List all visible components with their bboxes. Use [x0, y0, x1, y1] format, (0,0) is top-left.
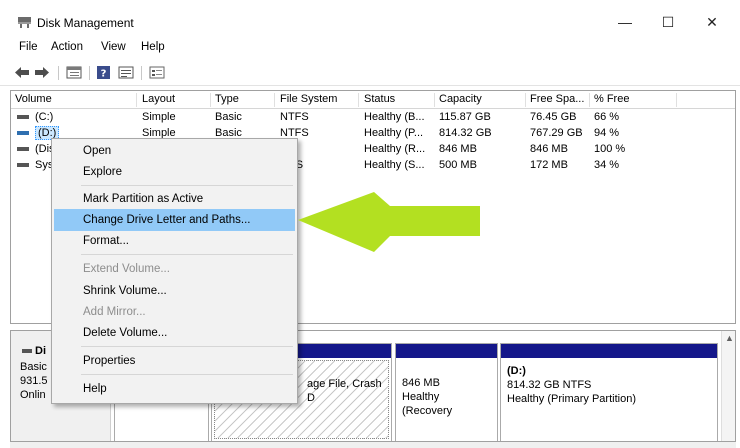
partition-bar [501, 344, 717, 358]
menu-item-open[interactable]: Open [54, 140, 295, 162]
annotation-arrow-icon [298, 192, 480, 252]
toolbar-divider [89, 66, 90, 80]
close-button[interactable]: ✕ [702, 12, 722, 32]
menu-action[interactable]: Action [51, 41, 83, 53]
volume-status: Healthy (B... [364, 111, 425, 123]
volume-status: Healthy (S... [364, 159, 425, 171]
menu-item-explore[interactable]: Explore [54, 161, 295, 183]
partition-block[interactable]: 846 MB Healthy (Recovery [395, 343, 498, 441]
partition-size: 846 MB [402, 377, 440, 389]
help-icon[interactable]: ? [96, 65, 111, 80]
column-percent-free[interactable]: % Free [590, 93, 677, 107]
svg-text:?: ? [101, 69, 107, 80]
menu-item-delete-volume[interactable]: Delete Volume... [54, 322, 295, 344]
partition-block[interactable]: (D:) 814.32 GB NTFS Healthy (Primary Par… [500, 343, 718, 441]
column-volume[interactable]: Volume [11, 93, 137, 107]
window-title: Disk Management [37, 16, 134, 30]
column-header-row: Volume Layout Type File System Status Ca… [11, 91, 735, 109]
partition-status: Healthy (Primary Partition) [507, 393, 636, 405]
minimize-button[interactable]: — [615, 12, 635, 32]
menu-help[interactable]: Help [141, 41, 165, 53]
disk-type: Basic [20, 361, 47, 373]
partition-details: (D:) 814.32 GB NTFS Healthy (Primary Par… [503, 360, 715, 439]
vertical-scrollbar[interactable]: ▲ [721, 331, 735, 441]
column-free-space[interactable]: Free Spa... [526, 93, 590, 107]
volume-type: Basic [215, 111, 242, 123]
volume-file-system: NTFS [280, 111, 309, 123]
console-tree-icon[interactable] [66, 65, 82, 80]
menu-item-extend-volume: Extend Volume... [83, 263, 170, 275]
column-type[interactable]: Type [211, 93, 275, 107]
menu-item-add-mirror: Add Mirror... [83, 306, 146, 318]
volume-percent-free: 66 % [594, 111, 620, 123]
maximize-button[interactable]: ☐ [658, 12, 678, 32]
menu-view[interactable]: View [101, 41, 126, 53]
partition-drive: (D:) [507, 365, 526, 377]
column-status[interactable]: Status [360, 93, 435, 107]
menu-separator [81, 254, 293, 255]
toolbar-divider [58, 66, 59, 80]
volume-layout: Simple [142, 111, 176, 123]
menu-item-change-drive-letter[interactable]: Change Drive Letter and Paths... [54, 209, 295, 231]
forward-arrow-icon[interactable] [34, 65, 50, 80]
disk-list-icon[interactable] [149, 65, 165, 80]
disk-name: Di [35, 345, 46, 357]
partition-bar [396, 344, 497, 358]
scroll-up-icon[interactable]: ▲ [725, 333, 734, 343]
volume-capacity: 814.32 GB [439, 127, 492, 139]
menu-separator [81, 346, 293, 347]
menu-item-properties[interactable]: Properties [54, 350, 295, 372]
partition-status: Healthy (Recovery [402, 391, 453, 417]
column-layout[interactable]: Layout [138, 93, 211, 107]
volume-free-space: 846 MB [530, 143, 568, 155]
context-menu: Open Explore Mark Partition as Active Ch… [51, 138, 298, 404]
partition-details: 846 MB Healthy (Recovery [398, 360, 495, 439]
disk-status: Onlin [20, 389, 46, 401]
menu-item-format[interactable]: Format... [54, 230, 295, 252]
menu-file[interactable]: File [19, 41, 38, 53]
menu-bar: File Action View Help [0, 38, 740, 58]
volume-capacity: 846 MB [439, 143, 477, 155]
volume-name: (C:) [35, 111, 54, 123]
back-arrow-icon[interactable] [14, 65, 30, 80]
menu-separator [81, 185, 293, 186]
volume-icon [17, 115, 29, 120]
volume-status: Healthy (P... [364, 127, 424, 139]
disk-size: 931.5 [20, 375, 48, 387]
volume-percent-free: 94 % [594, 127, 620, 139]
toolbar-divider [141, 66, 142, 80]
menu-item-mark-active[interactable]: Mark Partition as Active [54, 188, 295, 210]
volume-percent-free: 100 % [594, 143, 626, 155]
volume-capacity: 115.87 GB [439, 111, 491, 123]
properties-list-icon[interactable] [118, 65, 134, 80]
volume-icon [17, 163, 29, 168]
toolbar: ? [0, 60, 740, 86]
volume-percent-free: 34 % [594, 159, 620, 171]
volume-icon [17, 131, 29, 136]
volume-icon [17, 147, 29, 152]
menu-item-help[interactable]: Help [54, 378, 295, 400]
menu-separator [81, 374, 293, 375]
menu-item-shrink-volume[interactable]: Shrink Volume... [54, 280, 295, 302]
volume-free-space: 172 MB [530, 159, 568, 171]
volume-capacity: 500 MB [439, 159, 477, 171]
partition-size: 814.32 GB NTFS [507, 379, 592, 391]
column-capacity[interactable]: Capacity [435, 93, 526, 107]
volume-status: Healthy (R... [364, 143, 426, 155]
volume-free-space: 767.29 GB [530, 127, 583, 139]
column-file-system[interactable]: File System [276, 93, 359, 107]
title-bar: Disk Management — ☐ ✕ [0, 0, 740, 38]
disk-management-icon [18, 17, 31, 28]
status-bar [10, 442, 736, 448]
table-row[interactable]: (C:) Simple Basic NTFS Healthy (B... 115… [11, 110, 735, 126]
disk-icon [22, 349, 32, 354]
volume-free-space: 76.45 GB [530, 111, 577, 123]
